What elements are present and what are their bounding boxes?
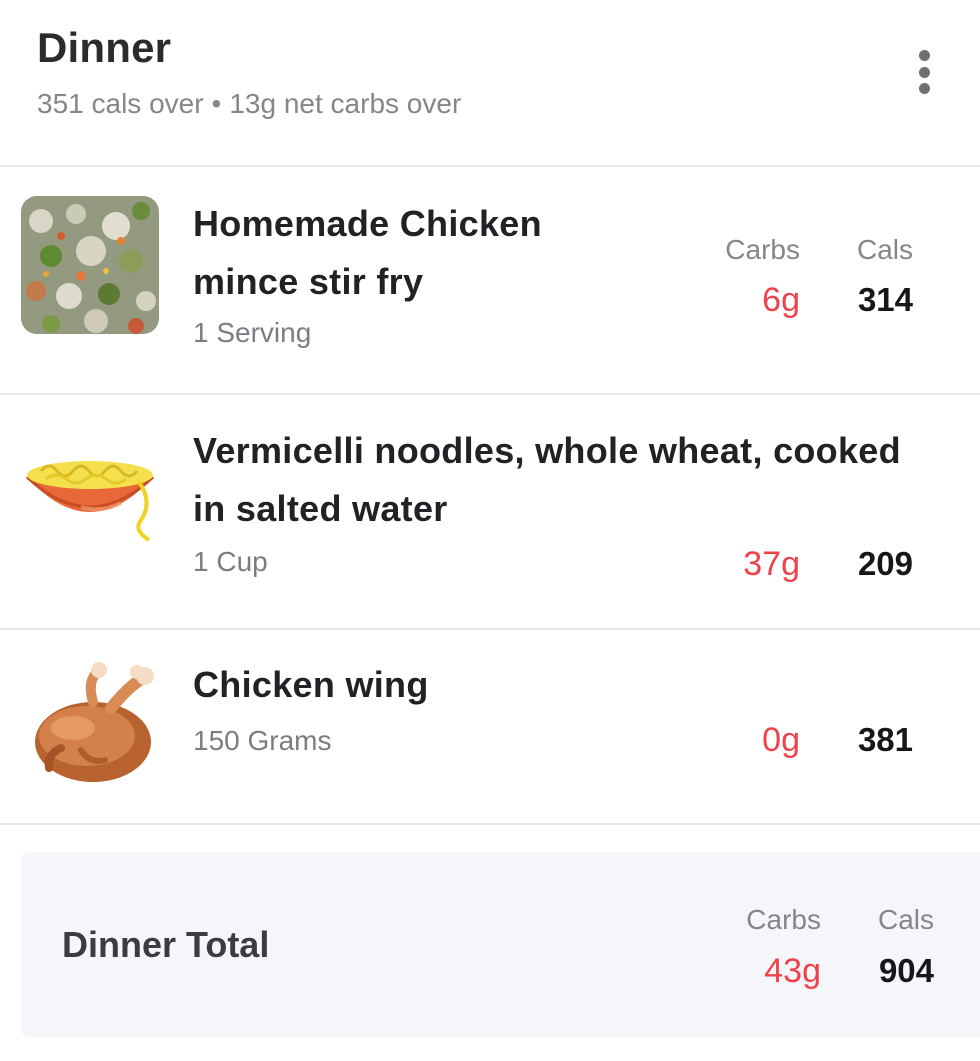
total-cals-value: 904 <box>878 952 934 989</box>
meal-title: Dinner <box>37 24 172 71</box>
food-row-chicken-wing[interactable]: Chicken wing 150 Grams 0g 381 <box>0 630 980 825</box>
kebab-dot <box>918 83 930 94</box>
serving-size: 150 Grams <box>193 725 332 756</box>
carbs-value: 6g <box>762 281 800 319</box>
meal-summary: 351 cals over • 13g net carbs over <box>37 88 461 120</box>
meal-header: Dinner 351 cals over • 13g net carbs over <box>0 0 980 167</box>
food-row-vermicelli[interactable]: Vermicelli noodles, whole wheat, cooked … <box>0 395 980 630</box>
cals-over-text: 351 cals over <box>37 88 204 119</box>
food-name: Chicken wing <box>193 664 429 705</box>
roast-chicken-icon <box>21 650 159 788</box>
food-name-line: Vermicelli noodles, whole wheat, cooked <box>193 430 901 471</box>
total-carbs-value: 43g <box>764 952 821 990</box>
kebab-dot <box>918 50 930 61</box>
meal-total-card: Dinner Total Carbs Cals 43g 904 <box>21 852 980 1037</box>
cals-value: 314 <box>857 281 913 318</box>
kebab-dot <box>918 66 930 78</box>
carbs-column-label: Carbs <box>725 234 800 265</box>
carbs-column-label: Carbs <box>746 904 821 935</box>
food-name-line: in salted water <box>193 488 448 529</box>
food-row-stir-fry[interactable]: Homemade Chicken mince stir fry 1 Servin… <box>0 167 980 395</box>
cals-column-label: Cals <box>856 234 913 265</box>
stir-fry-photo <box>21 196 159 334</box>
carbs-value: 0g <box>762 721 800 759</box>
noodle-bowl-icon <box>21 437 159 575</box>
food-name: Vermicelli noodles, whole wheat, cooked … <box>193 422 973 538</box>
serving-size: 1 Cup <box>193 546 268 577</box>
summary-separator: • <box>211 88 222 119</box>
carbs-value: 37g <box>743 545 800 583</box>
food-name: Homemade Chicken mince stir fry <box>193 195 613 311</box>
cals-value: 209 <box>857 545 913 582</box>
carbs-over-text: 13g net carbs over <box>229 88 462 119</box>
food-name-line: Homemade Chicken <box>193 203 542 244</box>
cals-column-label: Cals <box>877 904 934 935</box>
cals-value: 381 <box>857 721 913 758</box>
more-vertical-icon[interactable] <box>906 46 942 98</box>
serving-size: 1 Serving <box>193 317 312 348</box>
meal-total-label: Dinner Total <box>62 924 270 965</box>
food-name-line: mince stir fry <box>193 261 424 302</box>
